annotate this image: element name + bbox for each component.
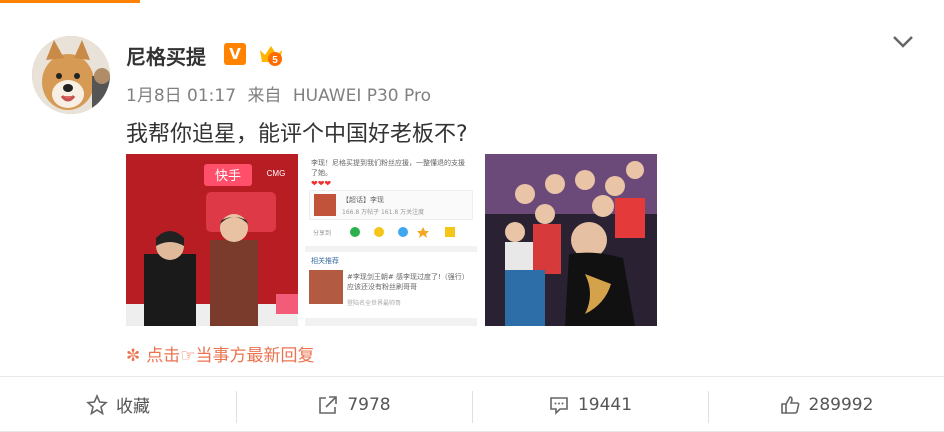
super-topic-title: 【超话】李现: [342, 196, 384, 204]
verified-badge: V: [224, 43, 246, 65]
share-to-label: 分享到: [313, 230, 332, 237]
post-source: HUAWEI P30 Pro: [292, 86, 431, 106]
post-image-1[interactable]: 快手 CMG: [126, 154, 298, 326]
related-sub: 登陆名全世界最帅哥: [347, 300, 402, 307]
super-topic-sub: 166.8 万帖子 161.8 万关注度: [342, 209, 425, 216]
comment-icon: [550, 396, 568, 415]
related-title: 相关推荐: [311, 257, 339, 265]
reply-link-text: 点击☞当事方最新回复: [146, 346, 315, 366]
repost-count: 7978: [347, 394, 391, 415]
post-meta: 1月8日 01:17 来自 HUAWEI P30 Pro: [126, 81, 437, 106]
hearts: ❤❤❤: [311, 179, 332, 188]
source-prefix: 来自: [247, 86, 282, 106]
like-count: 289992: [808, 394, 874, 415]
reply-link[interactable]: ✼ 点击☞当事方最新回复: [126, 341, 315, 366]
screenshot-top-text: 李现！尼格买提到我们粉丝应援，一整懂退的支援了她。: [311, 159, 465, 177]
banner-text: CMG: [267, 169, 286, 178]
repost-button[interactable]: 7978: [236, 377, 472, 432]
chevron-down-icon[interactable]: [890, 32, 916, 52]
author-name[interactable]: 尼格买提: [126, 41, 206, 70]
post-text: 我帮你追星，能评个中国好老板不?: [126, 122, 468, 147]
related-text: #李现剑王朝# 感李现过度了!（强行）应该还没有粉丝刷哥哥: [347, 273, 469, 291]
like-icon: [780, 395, 799, 414]
post-image-2[interactable]: 李现！尼格买提到我们粉丝应援，一整懂退的支援了她。 ❤❤❤ 【超话】李现 166…: [305, 154, 477, 326]
dog-avatar-icon: [32, 36, 110, 114]
comment-count: 19441: [577, 394, 633, 415]
comment-button[interactable]: 19441: [472, 377, 708, 432]
share-icons: [349, 224, 469, 238]
post-date[interactable]: 1月8日 01:17: [126, 86, 236, 106]
favorite-button[interactable]: 收藏: [0, 377, 236, 432]
level-number: 5: [272, 55, 278, 66]
flower-icon: ✼: [126, 346, 141, 366]
kuaishou-logo-text: 快手: [215, 169, 241, 184]
super-topic-card: 【超话】李现 166.8 万帖子 161.8 万关注度: [309, 190, 473, 220]
action-bar: 收藏 7978 19441 289992: [0, 376, 944, 432]
post-image-3[interactable]: [485, 154, 657, 326]
share-icon: [319, 395, 338, 414]
favorite-label: 收藏: [116, 397, 150, 417]
like-button[interactable]: 289992: [708, 377, 944, 432]
avatar[interactable]: [32, 36, 110, 114]
level-crown-icon: 5: [260, 46, 282, 66]
star-icon: [86, 393, 108, 415]
